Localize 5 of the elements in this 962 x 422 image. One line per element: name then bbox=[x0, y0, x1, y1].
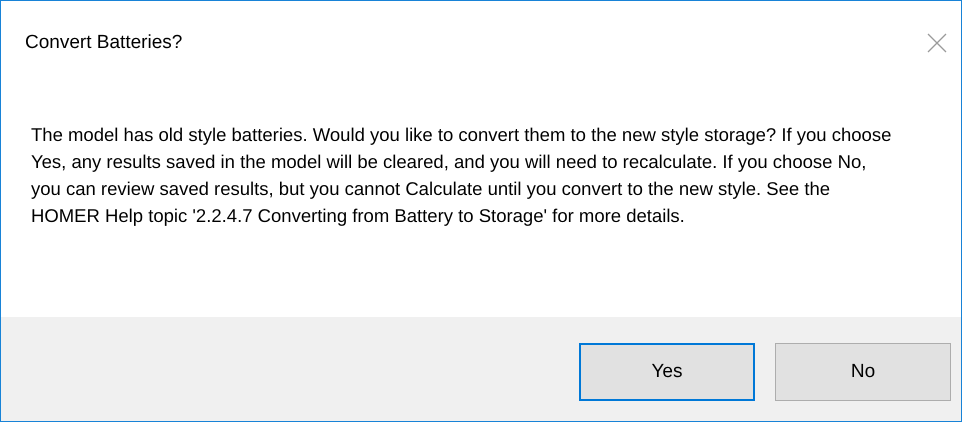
message-text: The model has old style batteries. Would you like to convert them to the new style storage? If you choose Yes, any results saved in the model will be cleared, and you will need to recalculate. If you choose No, you can review saved results, but you cannot Calculate until you convert to the new style. See the HOMER Help topic '2.2.4.7 Converting from Battery to Storage' for more details. bbox=[31, 123, 892, 228]
dialog-button[interactable]: Yes bbox=[579, 343, 755, 401]
window-title: Convert Batteries? bbox=[25, 32, 182, 54]
close-icon[interactable] bbox=[927, 33, 947, 53]
dialog-button[interactable]: No bbox=[775, 343, 951, 401]
